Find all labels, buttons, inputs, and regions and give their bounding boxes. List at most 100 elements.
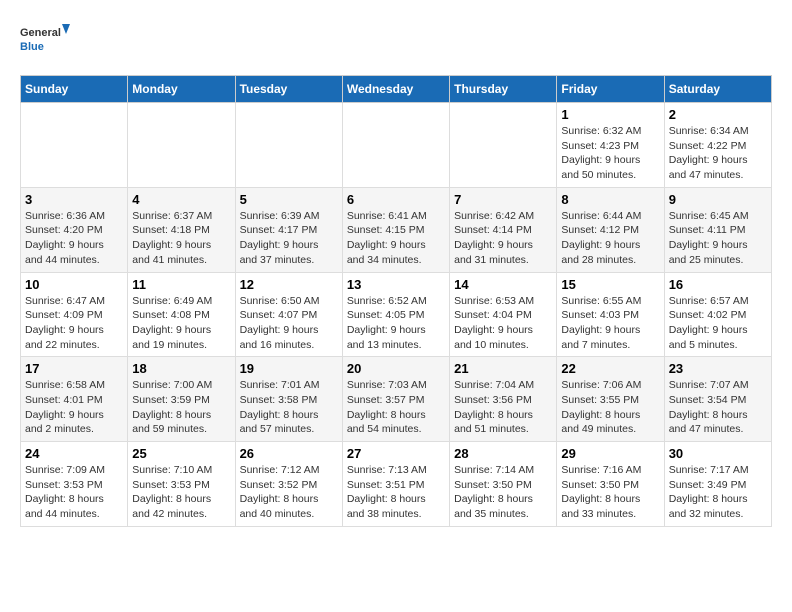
calendar-cell: [342, 103, 449, 188]
calendar-cell: [450, 103, 557, 188]
calendar-cell: 14 Sunrise: 6:53 AMSunset: 4:04 PMDayligh…: [450, 272, 557, 357]
calendar-cell: 4 Sunrise: 6:37 AMSunset: 4:18 PMDaylight…: [128, 187, 235, 272]
day-info: Sunrise: 6:49 AMSunset: 4:08 PMDaylight:…: [132, 294, 230, 353]
calendar-cell: 11 Sunrise: 6:49 AMSunset: 4:08 PMDayligh…: [128, 272, 235, 357]
day-info: Sunrise: 6:36 AMSunset: 4:20 PMDaylight:…: [25, 209, 123, 268]
day-info: Sunrise: 6:32 AMSunset: 4:23 PMDaylight:…: [561, 124, 659, 183]
day-number: 17: [25, 361, 123, 376]
calendar-cell: 12 Sunrise: 6:50 AMSunset: 4:07 PMDayligh…: [235, 272, 342, 357]
day-info: Sunrise: 6:50 AMSunset: 4:07 PMDaylight:…: [240, 294, 338, 353]
calendar-cell: 25 Sunrise: 7:10 AMSunset: 3:53 PMDayligh…: [128, 442, 235, 527]
calendar-cell: 13 Sunrise: 6:52 AMSunset: 4:05 PMDayligh…: [342, 272, 449, 357]
day-info: Sunrise: 7:17 AMSunset: 3:49 PMDaylight:…: [669, 463, 767, 522]
day-info: Sunrise: 6:52 AMSunset: 4:05 PMDaylight:…: [347, 294, 445, 353]
day-info: Sunrise: 6:55 AMSunset: 4:03 PMDaylight:…: [561, 294, 659, 353]
calendar-cell: 5 Sunrise: 6:39 AMSunset: 4:17 PMDaylight…: [235, 187, 342, 272]
calendar-cell: 1 Sunrise: 6:32 AMSunset: 4:23 PMDaylight…: [557, 103, 664, 188]
calendar-cell: 28 Sunrise: 7:14 AMSunset: 3:50 PMDayligh…: [450, 442, 557, 527]
day-info: Sunrise: 7:06 AMSunset: 3:55 PMDaylight:…: [561, 378, 659, 437]
day-info: Sunrise: 6:53 AMSunset: 4:04 PMDaylight:…: [454, 294, 552, 353]
calendar-cell: 16 Sunrise: 6:57 AMSunset: 4:02 PMDayligh…: [664, 272, 771, 357]
calendar-cell: 15 Sunrise: 6:55 AMSunset: 4:03 PMDayligh…: [557, 272, 664, 357]
day-number: 12: [240, 277, 338, 292]
day-info: Sunrise: 6:37 AMSunset: 4:18 PMDaylight:…: [132, 209, 230, 268]
calendar-cell: 9Sunrise: 6:45 AMSunset: 4:11 PMDaylight…: [664, 187, 771, 272]
day-info: Sunrise: 6:39 AMSunset: 4:17 PMDaylight:…: [240, 209, 338, 268]
day-header-thursday: Thursday: [450, 76, 557, 103]
day-info: Sunrise: 6:41 AMSunset: 4:15 PMDaylight:…: [347, 209, 445, 268]
svg-text:Blue: Blue: [20, 41, 44, 53]
day-info: Sunrise: 6:42 AMSunset: 4:14 PMDaylight:…: [454, 209, 552, 268]
calendar-cell: 24 Sunrise: 7:09 AMSunset: 3:53 PMDayligh…: [21, 442, 128, 527]
day-number: 15: [561, 277, 659, 292]
calendar-week-1: 1 Sunrise: 6:32 AMSunset: 4:23 PMDaylight…: [21, 103, 772, 188]
day-number: 6: [347, 192, 445, 207]
day-header-sunday: Sunday: [21, 76, 128, 103]
day-info: Sunrise: 7:10 AMSunset: 3:53 PMDaylight:…: [132, 463, 230, 522]
day-info: Sunrise: 7:12 AMSunset: 3:52 PMDaylight:…: [240, 463, 338, 522]
day-number: 19: [240, 361, 338, 376]
day-info: Sunrise: 6:44 AMSunset: 4:12 PMDaylight:…: [561, 209, 659, 268]
day-number: 13: [347, 277, 445, 292]
day-info: Sunrise: 7:01 AMSunset: 3:58 PMDaylight:…: [240, 378, 338, 437]
day-header-saturday: Saturday: [664, 76, 771, 103]
day-number: 1: [561, 107, 659, 122]
calendar-cell: 30 Sunrise: 7:17 AMSunset: 3:49 PMDayligh…: [664, 442, 771, 527]
day-info: Sunrise: 7:13 AMSunset: 3:51 PMDaylight:…: [347, 463, 445, 522]
day-header-wednesday: Wednesday: [342, 76, 449, 103]
day-number: 18: [132, 361, 230, 376]
day-info: Sunrise: 7:09 AMSunset: 3:53 PMDaylight:…: [25, 463, 123, 522]
day-number: 25: [132, 446, 230, 461]
day-info: Sunrise: 6:47 AMSunset: 4:09 PMDaylight:…: [25, 294, 123, 353]
day-number: 24: [25, 446, 123, 461]
calendar-week-5: 24 Sunrise: 7:09 AMSunset: 3:53 PMDayligh…: [21, 442, 772, 527]
calendar-cell: [235, 103, 342, 188]
day-info: Sunrise: 7:04 AMSunset: 3:56 PMDaylight:…: [454, 378, 552, 437]
calendar-cell: 22Sunrise: 7:06 AMSunset: 3:55 PMDayligh…: [557, 357, 664, 442]
day-number: 10: [25, 277, 123, 292]
day-number: 16: [669, 277, 767, 292]
day-info: Sunrise: 7:07 AMSunset: 3:54 PMDaylight:…: [669, 378, 767, 437]
calendar-cell: 8 Sunrise: 6:44 AMSunset: 4:12 PMDaylight…: [557, 187, 664, 272]
day-number: 5: [240, 192, 338, 207]
day-info: Sunrise: 7:00 AMSunset: 3:59 PMDaylight:…: [132, 378, 230, 437]
calendar-week-3: 10 Sunrise: 6:47 AMSunset: 4:09 PMDayligh…: [21, 272, 772, 357]
calendar-header-row: SundayMondayTuesdayWednesdayThursdayFrid…: [21, 76, 772, 103]
day-number: 20: [347, 361, 445, 376]
logo-svg: General Blue: [20, 20, 70, 65]
day-info: Sunrise: 7:16 AMSunset: 3:50 PMDaylight:…: [561, 463, 659, 522]
calendar-cell: 21 Sunrise: 7:04 AMSunset: 3:56 PMDayligh…: [450, 357, 557, 442]
calendar-cell: 19 Sunrise: 7:01 AMSunset: 3:58 PMDayligh…: [235, 357, 342, 442]
day-number: 8: [561, 192, 659, 207]
day-number: 14: [454, 277, 552, 292]
calendar-cell: 27 Sunrise: 7:13 AMSunset: 3:51 PMDayligh…: [342, 442, 449, 527]
calendar-cell: 2Sunrise: 6:34 AMSunset: 4:22 PMDaylight…: [664, 103, 771, 188]
day-number: 30: [669, 446, 767, 461]
day-info: Sunrise: 6:58 AMSunset: 4:01 PMDaylight:…: [25, 378, 123, 437]
day-number: 7: [454, 192, 552, 207]
calendar-cell: 17 Sunrise: 6:58 AMSunset: 4:01 PMDayligh…: [21, 357, 128, 442]
svg-text:General: General: [20, 27, 61, 39]
day-number: 11: [132, 277, 230, 292]
calendar-cell: 7 Sunrise: 6:42 AMSunset: 4:14 PMDaylight…: [450, 187, 557, 272]
calendar-week-2: 3Sunrise: 6:36 AMSunset: 4:20 PMDaylight…: [21, 187, 772, 272]
day-info: Sunrise: 7:14 AMSunset: 3:50 PMDaylight:…: [454, 463, 552, 522]
calendar-cell: 23Sunrise: 7:07 AMSunset: 3:54 PMDayligh…: [664, 357, 771, 442]
day-number: 21: [454, 361, 552, 376]
day-info: Sunrise: 6:57 AMSunset: 4:02 PMDaylight:…: [669, 294, 767, 353]
calendar-cell: 6 Sunrise: 6:41 AMSunset: 4:15 PMDaylight…: [342, 187, 449, 272]
day-number: 28: [454, 446, 552, 461]
calendar-cell: [21, 103, 128, 188]
day-info: Sunrise: 6:45 AMSunset: 4:11 PMDaylight:…: [669, 209, 767, 268]
calendar-table: SundayMondayTuesdayWednesdayThursdayFrid…: [20, 75, 772, 527]
day-number: 27: [347, 446, 445, 461]
calendar-cell: [128, 103, 235, 188]
day-number: 26: [240, 446, 338, 461]
day-number: 4: [132, 192, 230, 207]
calendar-cell: 18 Sunrise: 7:00 AMSunset: 3:59 PMDayligh…: [128, 357, 235, 442]
day-header-friday: Friday: [557, 76, 664, 103]
calendar-cell: 20Sunrise: 7:03 AMSunset: 3:57 PMDayligh…: [342, 357, 449, 442]
day-info: Sunrise: 6:34 AMSunset: 4:22 PMDaylight:…: [669, 124, 767, 183]
calendar-week-4: 17 Sunrise: 6:58 AMSunset: 4:01 PMDayligh…: [21, 357, 772, 442]
header: General Blue: [20, 20, 772, 65]
